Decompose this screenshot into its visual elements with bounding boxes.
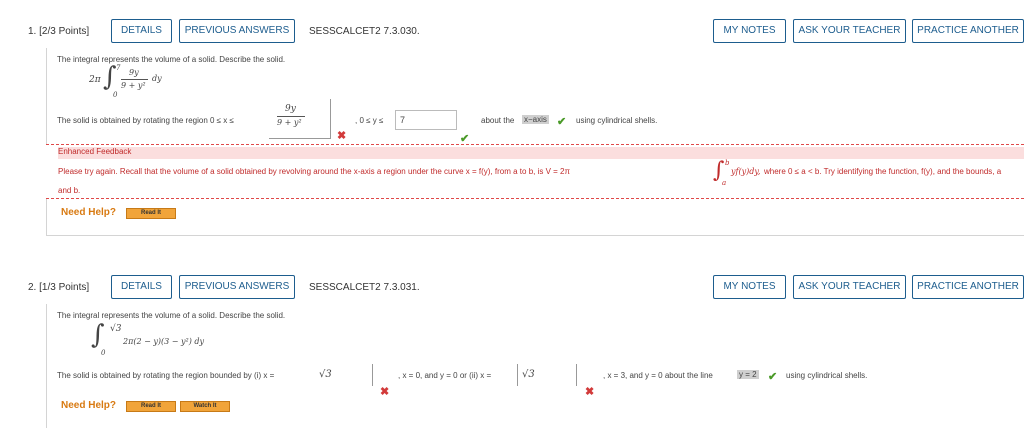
solid-description-text: The solid is obtained by rotating the re… — [57, 116, 234, 125]
axis-select-value: x−axis — [522, 115, 549, 124]
line-select-value: y = 2 — [737, 370, 759, 379]
feedback-line-1: Please try again. Recall that the volume… — [58, 167, 571, 176]
enhanced-feedback: Enhanced Feedback Please try again. Reca… — [46, 144, 1024, 199]
axis-line-text: , x = 3, and y = 0 about the line — [603, 371, 713, 380]
integral-upper-bound: √3 — [110, 324, 122, 334]
x-bound-answer-1-value: √3 — [319, 369, 332, 380]
middle-text: , x = 0, and y = 0 or (ii) x = — [398, 371, 492, 380]
practice-another-button[interactable]: PRACTICE ANOTHER — [912, 275, 1024, 299]
need-help-label: Need Help? — [61, 400, 117, 411]
line-select[interactable]: y = 2 — [737, 370, 759, 379]
axis-select[interactable]: x−axis — [522, 115, 549, 124]
correct-icon: ✔ — [557, 116, 567, 128]
x-bound-answer-1[interactable]: √3 — [317, 364, 373, 386]
integrand-numerator: 9y — [129, 68, 139, 77]
integral-lower-bound: 0 — [113, 91, 118, 99]
solid-description-text: The solid is obtained by rotating the re… — [57, 371, 275, 380]
y-upper-value: 7 — [400, 115, 406, 125]
x-bound-answer-2[interactable]: √3 — [517, 364, 577, 386]
question-number: 2. [1/3 Points] — [28, 282, 90, 293]
correct-icon: ✔ — [768, 371, 778, 383]
question-1-body — [46, 48, 1024, 236]
question-code: SESSCALCET2 7.3.031. — [309, 282, 420, 293]
question-number: 1. [2/3 Points] — [28, 26, 90, 37]
method-text: using cylindrical shells. — [786, 371, 868, 380]
question-code: SESSCALCET2 7.3.030. — [309, 26, 420, 37]
integrand-differential: dy — [152, 74, 162, 83]
integrand-denominator: 9 + y² — [121, 81, 146, 90]
integral-sign: ∫ — [103, 62, 117, 92]
feedback-line-1b: where 0 ≤ a < b. Try identifying the fun… — [764, 167, 1002, 176]
integral-upper-bound: 7 — [116, 64, 121, 72]
question-1-header: 1. [2/3 Points] DETAILS PREVIOUS ANSWERS… — [0, 19, 1024, 47]
about-text: about the — [481, 116, 515, 125]
need-help-label: Need Help? — [61, 207, 117, 218]
y-bounds-text: , 0 ≤ y ≤ — [355, 116, 384, 125]
feedback-integral-body: yf(y)dy, — [731, 167, 761, 176]
my-notes-button[interactable]: MY NOTES — [713, 275, 786, 299]
previous-answers-button[interactable]: PREVIOUS ANSWERS — [179, 275, 295, 299]
question-intro: The integral represents the volume of a … — [57, 55, 286, 64]
details-button[interactable]: DETAILS — [111, 275, 172, 299]
region-fraction-denominator: 9 + y² — [277, 118, 302, 127]
question-2-header: 2. [1/3 Points] DETAILS PREVIOUS ANSWERS… — [0, 275, 1024, 303]
incorrect-icon: ✖ — [380, 386, 390, 398]
incorrect-icon: ✖ — [585, 386, 595, 398]
region-bound-answer-box[interactable]: 9y 9 + y² — [269, 99, 331, 139]
feedback-title: Enhanced Feedback — [58, 147, 1024, 159]
integrand: 2π(2 − y)(3 − y²) dy — [123, 337, 205, 346]
my-notes-button[interactable]: MY NOTES — [713, 19, 786, 43]
feedback-integral-lower: a — [722, 179, 727, 187]
ask-your-teacher-button[interactable]: ASK YOUR TEACHER — [793, 275, 906, 299]
ask-your-teacher-button[interactable]: ASK YOUR TEACHER — [793, 19, 906, 43]
integral-lower-bound: 0 — [101, 349, 106, 357]
x-bound-answer-2-value: √3 — [522, 369, 535, 380]
region-fraction-bar — [277, 116, 305, 117]
read-it-button[interactable]: Read It — [126, 401, 176, 412]
integral-sign: ∫ — [91, 320, 105, 350]
fraction-bar — [121, 79, 148, 80]
previous-answers-button[interactable]: PREVIOUS ANSWERS — [179, 19, 295, 43]
watch-it-button[interactable]: Watch It — [180, 401, 230, 412]
question-intro: The integral represents the volume of a … — [57, 311, 286, 320]
feedback-integral-upper: b — [725, 159, 730, 167]
y-upper-input[interactable]: 7 — [395, 110, 457, 130]
feedback-line-2: and b. — [58, 186, 81, 195]
integral-coefficient: 2π — [89, 75, 101, 85]
incorrect-icon: ✖ — [337, 130, 347, 142]
details-button[interactable]: DETAILS — [111, 19, 172, 43]
practice-another-button[interactable]: PRACTICE ANOTHER — [912, 19, 1024, 43]
region-fraction-numerator: 9y — [285, 104, 296, 114]
method-text: using cylindrical shells. — [576, 116, 658, 125]
read-it-button[interactable]: Read It — [126, 208, 176, 219]
